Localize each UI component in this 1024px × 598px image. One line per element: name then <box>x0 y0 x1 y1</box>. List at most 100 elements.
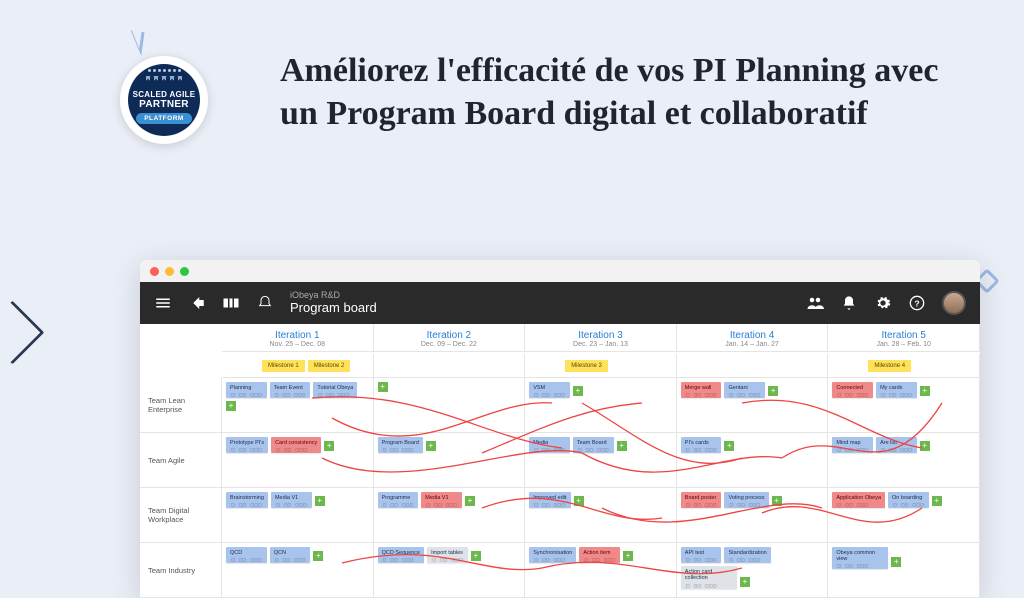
add-card-button[interactable]: + <box>772 496 782 506</box>
board-cell[interactable]: Application Obeya▢▢▢▢▢▢On boarding▢▢▢▢▢▢… <box>828 488 980 542</box>
board-cell[interactable]: QCD▢▢▢▢▢▢QCN▢▢▢▢▢▢+ <box>222 543 374 597</box>
feature-card[interactable]: Card consistency▢▢▢▢▢▢ <box>271 437 321 453</box>
feature-card[interactable]: Synchronisation▢▢▢▢▢▢ <box>529 547 576 563</box>
boards-icon[interactable] <box>222 294 240 312</box>
column-header[interactable]: Iteration 2Dec. 09 – Dec. 22 <box>374 324 526 352</box>
add-card-button[interactable]: + <box>920 386 930 396</box>
board-cell[interactable]: Prototype PI's▢▢▢▢▢▢Card consistency▢▢▢▢… <box>222 433 374 487</box>
board-cell[interactable]: Programme▢▢▢▢▢▢Media V1▢▢▢▢▢▢+ <box>374 488 526 542</box>
add-card-button[interactable]: + <box>471 551 481 561</box>
add-card-button[interactable]: + <box>573 386 583 396</box>
feature-card[interactable]: PI's cards▢▢▢▢▢▢ <box>681 437 722 453</box>
milestone-cell: Milestone 4 <box>828 354 980 378</box>
add-card-button[interactable]: + <box>313 551 323 561</box>
column-header[interactable]: Iteration 3Dec. 23 – Jan. 13 <box>525 324 677 352</box>
add-card-button[interactable]: + <box>623 551 633 561</box>
feature-card[interactable]: Media▢▢▢▢▢▢ <box>529 437 570 453</box>
feature-card[interactable]: Media V1▢▢▢▢▢▢ <box>271 492 312 508</box>
gear-icon[interactable] <box>874 294 892 312</box>
board-cell[interactable]: QCD Sequence▢▢▢▢▢▢Import tables▢▢▢▢▢▢+ <box>374 543 526 597</box>
add-card-button[interactable]: + <box>324 441 334 451</box>
add-card-button[interactable]: + <box>574 496 584 506</box>
add-card-button[interactable]: + <box>426 441 436 451</box>
column-header[interactable]: Iteration 5Jan. 28 – Feb. 10 <box>828 324 980 352</box>
add-card-button[interactable]: + <box>891 557 901 567</box>
milestone-card[interactable]: Milestone 2 <box>308 360 351 372</box>
feature-card[interactable]: Are list▢▢▢▢▢▢ <box>876 437 917 453</box>
feature-card[interactable]: On boarding▢▢▢▢▢▢ <box>888 492 929 508</box>
feature-card[interactable]: Action card collection▢▢▢▢▢▢ <box>681 566 737 588</box>
minimize-dot[interactable] <box>165 267 174 276</box>
feature-card[interactable]: Mind map▢▢▢▢▢▢ <box>832 437 873 453</box>
feature-card[interactable]: Team Board▢▢▢▢▢▢ <box>573 437 614 453</box>
close-dot[interactable] <box>150 267 159 276</box>
board-cell[interactable]: VSM▢▢▢▢▢▢+ <box>525 378 677 432</box>
back-icon[interactable] <box>188 294 206 312</box>
bell-icon[interactable] <box>840 294 858 312</box>
milestone-card[interactable]: Milestone 3 <box>565 360 608 372</box>
board-cell[interactable]: Connected▢▢▢▢▢▢My cards▢▢▢▢▢▢+ <box>828 378 980 432</box>
board-cell[interactable]: Planning▢▢▢▢▢▢Team Event▢▢▢▢▢▢Tutorial O… <box>222 378 374 432</box>
feature-card[interactable]: Merge wall▢▢▢▢▢▢ <box>681 382 722 398</box>
feature-card[interactable]: Brainstorming▢▢▢▢▢▢ <box>226 492 268 508</box>
add-card-button[interactable]: + <box>226 401 236 411</box>
add-card-button[interactable]: + <box>768 386 778 396</box>
feature-card[interactable]: VSM▢▢▢▢▢▢ <box>529 382 570 398</box>
feature-card[interactable]: API test▢▢▢▢▢▢ <box>681 547 722 563</box>
feature-card[interactable]: Import tables▢▢▢▢▢▢ <box>427 547 468 563</box>
board-cell[interactable]: + <box>374 378 526 432</box>
menu-icon[interactable] <box>154 294 172 312</box>
add-card-button[interactable]: + <box>617 441 627 451</box>
board-cell[interactable]: API test▢▢▢▢▢▢Standardization▢▢▢▢▢▢ Actio… <box>677 543 829 597</box>
feature-card[interactable]: Board poster▢▢▢▢▢▢ <box>681 492 722 508</box>
feature-card[interactable]: Programme▢▢▢▢▢▢ <box>378 492 419 508</box>
column-header[interactable]: Iteration 4Jan. 14 – Jan. 27 <box>677 324 829 352</box>
team-row: Team AgilePrototype PI's▢▢▢▢▢▢Card consi… <box>140 433 980 488</box>
feature-card[interactable]: Prototype PI's▢▢▢▢▢▢ <box>226 437 268 453</box>
board-cell[interactable]: Brainstorming▢▢▢▢▢▢Media V1▢▢▢▢▢▢+ <box>222 488 374 542</box>
board-cell[interactable]: Mind map▢▢▢▢▢▢Are list▢▢▢▢▢▢+ <box>828 433 980 487</box>
feature-card[interactable]: Standardization▢▢▢▢▢▢ <box>724 547 770 563</box>
board-cell[interactable]: Board poster▢▢▢▢▢▢Voting process▢▢▢▢▢▢ + <box>677 488 829 542</box>
add-card-button[interactable]: + <box>378 382 388 392</box>
milestone-card[interactable]: Milestone 1 <box>262 360 305 372</box>
feature-card[interactable]: Connected▢▢▢▢▢▢ <box>832 382 873 398</box>
add-card-button[interactable]: + <box>920 441 930 451</box>
feature-card[interactable]: Application Obeya▢▢▢▢▢▢ <box>832 492 885 508</box>
board-cell[interactable]: Merge wall▢▢▢▢▢▢Gentani▢▢▢▢▢▢+ <box>677 378 829 432</box>
maximize-dot[interactable] <box>180 267 189 276</box>
help-icon[interactable]: ? <box>908 294 926 312</box>
add-card-button[interactable]: + <box>724 441 734 451</box>
user-avatar[interactable] <box>942 291 966 315</box>
feature-card[interactable]: Program Board▢▢▢▢▢▢ <box>378 437 423 453</box>
board-cell[interactable]: Media▢▢▢▢▢▢Team Board▢▢▢▢▢▢+ <box>525 433 677 487</box>
notification-outline-icon[interactable] <box>256 294 274 312</box>
feature-card[interactable]: Obeya common view▢▢▢▢▢▢ <box>832 547 888 569</box>
feature-card[interactable]: Team Event▢▢▢▢▢▢ <box>270 382 311 398</box>
feature-card[interactable]: QCD Sequence▢▢▢▢▢▢ <box>378 547 425 563</box>
feature-card[interactable]: QCN▢▢▢▢▢▢ <box>270 547 311 563</box>
add-card-button[interactable]: + <box>740 577 750 587</box>
add-card-button[interactable]: + <box>315 496 325 506</box>
feature-card[interactable]: Gentani▢▢▢▢▢▢ <box>724 382 765 398</box>
board-cell[interactable]: PI's cards▢▢▢▢▢▢+ <box>677 433 829 487</box>
people-icon[interactable] <box>806 294 824 312</box>
milestone-cell: Milestone 1Milestone 2 <box>222 354 374 378</box>
feature-card[interactable]: Improved edit▢▢▢▢▢▢ <box>529 492 570 508</box>
milestone-card[interactable]: Milestone 4 <box>868 360 911 372</box>
feature-card[interactable]: Voting process▢▢▢▢▢▢ <box>724 492 768 508</box>
feature-card[interactable]: My cards▢▢▢▢▢▢ <box>876 382 917 398</box>
board-cell[interactable]: Synchronisation▢▢▢▢▢▢Action item▢▢▢▢▢▢+ <box>525 543 677 597</box>
feature-card[interactable]: QCD▢▢▢▢▢▢ <box>226 547 267 563</box>
team-row-header: Team Lean Enterprise <box>140 378 222 432</box>
feature-card[interactable]: Media V1▢▢▢▢▢▢ <box>421 492 462 508</box>
column-header[interactable]: Iteration 1Nov. 25 – Dec. 08 <box>222 324 374 352</box>
add-card-button[interactable]: + <box>465 496 475 506</box>
add-card-button[interactable]: + <box>932 496 942 506</box>
feature-card[interactable]: Tutorial Obeya▢▢▢▢▢▢ <box>313 382 357 398</box>
board-cell[interactable]: Program Board▢▢▢▢▢▢+ <box>374 433 526 487</box>
feature-card[interactable]: Planning▢▢▢▢▢▢ <box>226 382 267 398</box>
board-cell[interactable]: Improved edit▢▢▢▢▢▢ + <box>525 488 677 542</box>
board-cell[interactable]: Obeya common view▢▢▢▢▢▢+ <box>828 543 980 597</box>
feature-card[interactable]: Action item▢▢▢▢▢▢ <box>579 547 620 563</box>
